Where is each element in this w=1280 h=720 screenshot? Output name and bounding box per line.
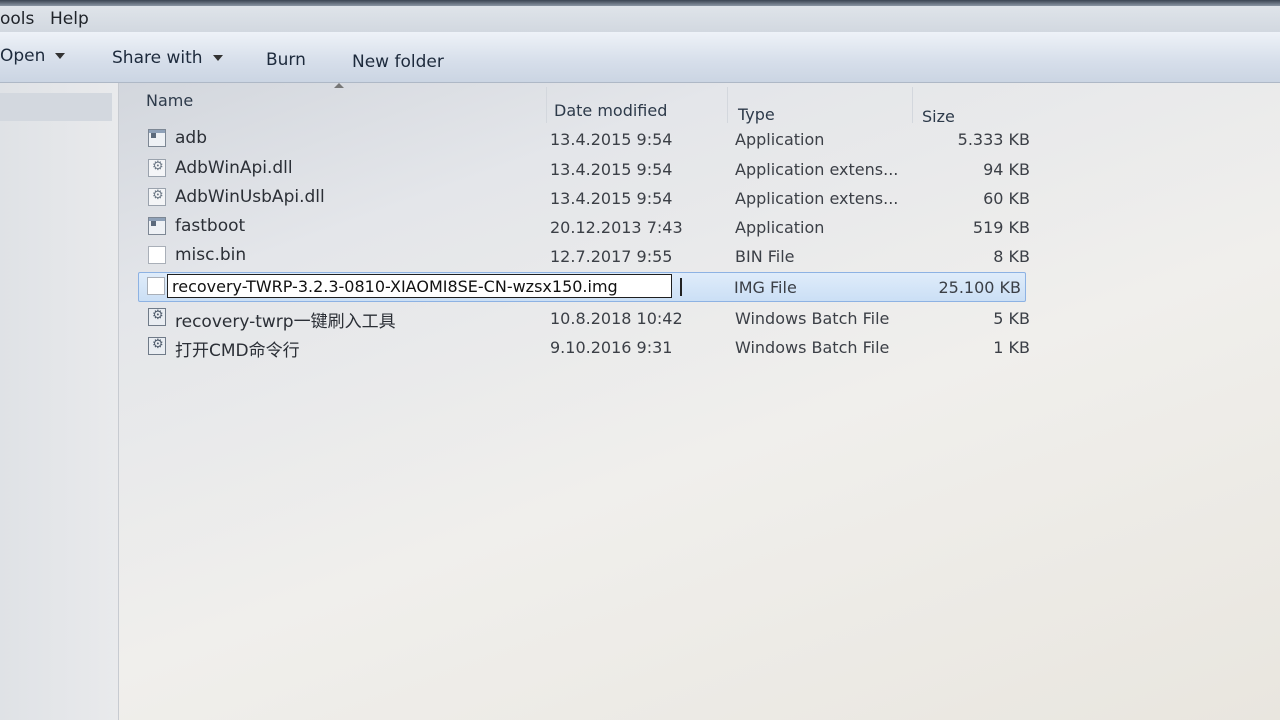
share-with-label: Share with	[112, 48, 203, 68]
column-name-label: Name	[146, 91, 194, 110]
menu-help[interactable]: Help	[50, 9, 89, 29]
file-size: 5.333 KB	[957, 130, 1030, 149]
blank-file-icon	[147, 277, 165, 295]
blank-file-icon	[148, 246, 166, 264]
file-name: 打开CMD命令行	[175, 341, 300, 361]
open-button[interactable]: Open	[0, 46, 66, 66]
file-date: 13.4.2015 9:54	[550, 130, 673, 149]
file-size: 5 KB	[993, 309, 1030, 328]
rename-field[interactable]	[167, 274, 682, 298]
burn-button[interactable]: Burn	[266, 50, 306, 70]
chevron-down-icon	[55, 53, 66, 59]
file-row[interactable]: fastboot 20.12.2013 7:43 Application 519…	[140, 213, 1030, 241]
application-icon	[148, 129, 166, 147]
file-type: BIN File	[735, 247, 795, 266]
file-date: 13.4.2015 9:54	[550, 189, 673, 208]
file-name: AdbWinApi.dll	[175, 158, 293, 178]
open-label: Open	[0, 46, 46, 66]
column-header-name[interactable]: Name	[146, 83, 546, 123]
share-with-button[interactable]: Share with	[112, 48, 223, 68]
file-date: 10.8.2018 10:42	[550, 309, 683, 328]
menu-bar: ools Help	[0, 6, 1280, 32]
column-header-size[interactable]: Size	[922, 83, 1032, 126]
file-date: 9.10.2016 9:31	[550, 338, 673, 357]
file-date: 13.4.2015 9:54	[550, 160, 673, 179]
column-divider[interactable]	[727, 87, 728, 123]
file-size: 25.100 KB	[938, 278, 1021, 297]
text-cursor-icon	[680, 278, 682, 296]
file-type: Application extens...	[735, 160, 899, 179]
file-type: IMG File	[734, 278, 797, 297]
nav-selected-item[interactable]	[0, 93, 112, 121]
column-header-row: Name Date modified Type Size	[120, 83, 1280, 126]
file-name: adb	[175, 128, 207, 148]
file-row[interactable]: recovery-twrp一键刷入工具 10.8.2018 10:42 Wind…	[140, 304, 1030, 332]
dll-icon	[148, 159, 166, 177]
burn-label: Burn	[266, 50, 306, 70]
command-bar: Open Share with Burn New folder	[0, 32, 1280, 83]
file-row-selected[interactable]: IMG File 25.100 KB	[138, 272, 1026, 302]
menu-tools[interactable]: ools	[0, 9, 34, 29]
column-size-label: Size	[922, 107, 955, 126]
file-type: Application	[735, 218, 825, 237]
column-header-type[interactable]: Type	[738, 83, 918, 124]
file-size: 519 KB	[972, 218, 1030, 237]
column-date-label: Date modified	[554, 101, 668, 120]
file-row[interactable]: AdbWinApi.dll 13.4.2015 9:54 Application…	[140, 155, 1030, 183]
chevron-down-icon	[212, 55, 223, 61]
application-icon	[148, 217, 166, 235]
file-size: 60 KB	[983, 189, 1030, 208]
dll-icon	[148, 188, 166, 206]
file-size: 1 KB	[993, 338, 1030, 357]
new-folder-label: New folder	[352, 52, 444, 72]
column-divider[interactable]	[546, 87, 547, 123]
batch-file-icon	[148, 337, 166, 355]
file-name: recovery-twrp一键刷入工具	[175, 312, 396, 332]
file-type: Application extens...	[735, 189, 899, 208]
file-type: Windows Batch File	[735, 338, 890, 357]
navigation-pane[interactable]	[0, 83, 119, 720]
file-size: 8 KB	[993, 247, 1030, 266]
file-row[interactable]: 打开CMD命令行 9.10.2016 9:31 Windows Batch Fi…	[140, 333, 1030, 361]
file-row[interactable]: adb 13.4.2015 9:54 Application 5.333 KB	[140, 125, 1030, 153]
file-name: AdbWinUsbApi.dll	[175, 187, 325, 207]
file-date: 12.7.2017 9:55	[550, 247, 673, 266]
rename-input[interactable]	[168, 275, 671, 297]
file-date: 20.12.2013 7:43	[550, 218, 683, 237]
file-row[interactable]: misc.bin 12.7.2017 9:55 BIN File 8 KB	[140, 242, 1030, 270]
column-header-date-modified[interactable]: Date modified	[554, 83, 724, 123]
file-name: fastboot	[175, 216, 246, 236]
column-divider[interactable]	[912, 87, 913, 123]
file-type: Windows Batch File	[735, 309, 890, 328]
file-type: Application	[735, 130, 825, 149]
batch-file-icon	[148, 308, 166, 326]
file-size: 94 KB	[983, 160, 1030, 179]
file-name: misc.bin	[175, 245, 247, 265]
column-type-label: Type	[738, 105, 775, 124]
new-folder-button[interactable]: New folder	[352, 52, 444, 72]
file-row[interactable]: AdbWinUsbApi.dll 13.4.2015 9:54 Applicat…	[140, 184, 1030, 212]
